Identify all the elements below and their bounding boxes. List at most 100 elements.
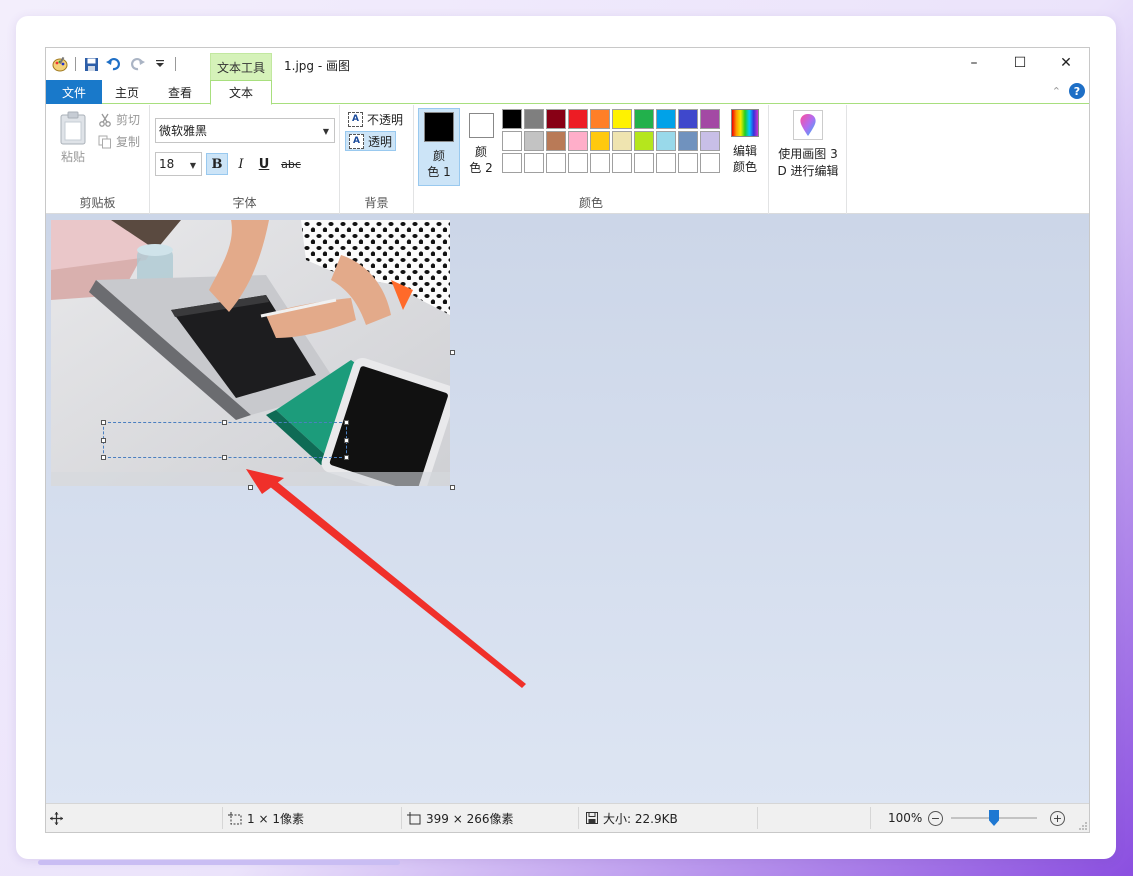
palette-swatch[interactable]: [656, 153, 676, 173]
palette-swatch[interactable]: [700, 109, 720, 129]
canvas-area[interactable]: [46, 214, 1089, 805]
bold-button[interactable]: B: [206, 153, 228, 175]
transparent-option[interactable]: A 透明: [345, 131, 397, 151]
palette-swatch[interactable]: [656, 131, 676, 151]
color1-button[interactable]: 颜 色 1: [418, 108, 460, 186]
edit-with-paint3d-button[interactable]: 使用画图 3 D 进行编辑: [773, 110, 843, 180]
resize-handle-right[interactable]: [450, 350, 455, 355]
palette-swatch[interactable]: [590, 153, 610, 173]
palette-swatch[interactable]: [612, 153, 632, 173]
color2-label-line1: 颜: [474, 145, 487, 159]
palette-swatch[interactable]: [678, 131, 698, 151]
paste-button[interactable]: 粘贴: [58, 111, 88, 165]
tab-text[interactable]: 文本: [210, 80, 272, 105]
maximize-button[interactable]: ☐: [997, 48, 1043, 78]
palette-swatch[interactable]: [678, 153, 698, 173]
palette-swatch[interactable]: [700, 153, 720, 173]
text-box-handle[interactable]: [101, 438, 106, 443]
palette-swatch[interactable]: [612, 109, 632, 129]
paint3d-label-line2: D 进行编辑: [777, 164, 839, 178]
edit-colors-button[interactable]: 编辑 颜色: [727, 109, 763, 175]
ribbon-right-controls: ⌃ ?: [1052, 83, 1085, 99]
palette-swatch[interactable]: [634, 131, 654, 151]
palette-swatch[interactable]: [656, 109, 676, 129]
undo-icon[interactable]: [106, 56, 122, 72]
status-bar: 1 × 1像素 399 × 266像素 大小: 22.9KB 100% − +: [46, 803, 1089, 832]
font-family-select[interactable]: 微软雅黑 ▼: [155, 118, 335, 143]
font-size-select[interactable]: 18 ▼: [155, 152, 202, 176]
status-divider: [578, 807, 579, 829]
palette-swatch[interactable]: [546, 153, 566, 173]
text-box-handle[interactable]: [222, 420, 227, 425]
copy-button[interactable]: 复制: [98, 133, 140, 150]
text-box-selection[interactable]: [103, 422, 347, 458]
tab-view[interactable]: 查看: [154, 80, 206, 104]
resize-grip-icon[interactable]: [1079, 822, 1087, 830]
tab-home[interactable]: 主页: [102, 80, 152, 104]
palette-swatch[interactable]: [700, 131, 720, 151]
underline-button[interactable]: U: [253, 153, 275, 175]
palette-swatch[interactable]: [546, 109, 566, 129]
palette-swatch[interactable]: [678, 109, 698, 129]
zoom-slider-thumb[interactable]: [989, 810, 999, 826]
minimize-button[interactable]: –: [951, 48, 997, 78]
zoom-out-button[interactable]: −: [928, 811, 943, 826]
quick-access-toolbar: [52, 55, 176, 73]
transparent-label: 透明: [368, 134, 393, 149]
zoom-level: 100%: [888, 811, 923, 825]
text-box-handle[interactable]: [101, 455, 106, 460]
text-box-handle[interactable]: [222, 455, 227, 460]
clipboard-group-label: 剪贴板: [79, 196, 116, 210]
strikethrough-button[interactable]: abc: [277, 153, 305, 175]
palette-swatch[interactable]: [634, 109, 654, 129]
collapse-ribbon-icon[interactable]: ⌃: [1052, 85, 1061, 98]
palette-swatch[interactable]: [502, 131, 522, 151]
palette-swatch[interactable]: [568, 131, 588, 151]
tab-file[interactable]: 文件: [46, 80, 102, 104]
paint-app-icon[interactable]: [52, 56, 68, 72]
font-group: 微软雅黑 ▼ 18 ▼ B I U abc 字体: [150, 105, 340, 214]
chevron-down-icon: ▼: [322, 127, 329, 136]
customize-qat-icon[interactable]: [152, 56, 168, 72]
text-tools-context-tab: 文本工具: [210, 53, 272, 80]
palette-swatch[interactable]: [524, 131, 544, 151]
opaque-icon: A: [348, 111, 363, 127]
italic-button[interactable]: I: [230, 153, 252, 175]
palette-swatch[interactable]: [634, 153, 654, 173]
opaque-label: 不透明: [367, 112, 404, 127]
help-icon[interactable]: ?: [1069, 83, 1085, 99]
color2-button[interactable]: 颜 色 2: [460, 108, 502, 186]
save-icon[interactable]: [83, 56, 99, 72]
palette-swatch[interactable]: [502, 109, 522, 129]
resize-handle-bottom[interactable]: [248, 485, 253, 490]
background-group: A 不透明 A 透明 背景: [340, 105, 414, 214]
text-box-handle[interactable]: [101, 420, 106, 425]
image-size-cell: 399 × 266像素: [407, 804, 514, 832]
text-box-handle[interactable]: [344, 455, 349, 460]
window-controls: – ☐ ✕: [951, 48, 1089, 78]
text-box-handle[interactable]: [344, 420, 349, 425]
card-shadow-bar: [38, 860, 400, 865]
palette-swatch[interactable]: [612, 131, 632, 151]
palette-swatch[interactable]: [524, 109, 544, 129]
qat-separator: [75, 57, 76, 71]
status-divider: [757, 807, 758, 829]
resize-handle-corner[interactable]: [450, 485, 455, 490]
zoom-in-button[interactable]: +: [1050, 811, 1065, 826]
close-button[interactable]: ✕: [1043, 48, 1089, 78]
cut-button[interactable]: 剪切: [98, 111, 140, 128]
palette-swatch[interactable]: [590, 131, 610, 151]
palette-swatch[interactable]: [524, 153, 544, 173]
palette-swatch[interactable]: [590, 109, 610, 129]
palette-swatch[interactable]: [546, 131, 566, 151]
edit-colors-line1: 编辑: [732, 144, 757, 158]
selection-size-icon: [228, 811, 242, 824]
palette-swatch[interactable]: [568, 153, 588, 173]
opaque-option[interactable]: A 不透明: [345, 109, 406, 129]
redo-icon[interactable]: [129, 56, 145, 72]
text-box-handle[interactable]: [344, 438, 349, 443]
palette-swatch[interactable]: [502, 153, 522, 173]
image-size-icon: [407, 811, 421, 824]
window-title: 1.jpg - 画图: [284, 59, 350, 73]
palette-swatch[interactable]: [568, 109, 588, 129]
